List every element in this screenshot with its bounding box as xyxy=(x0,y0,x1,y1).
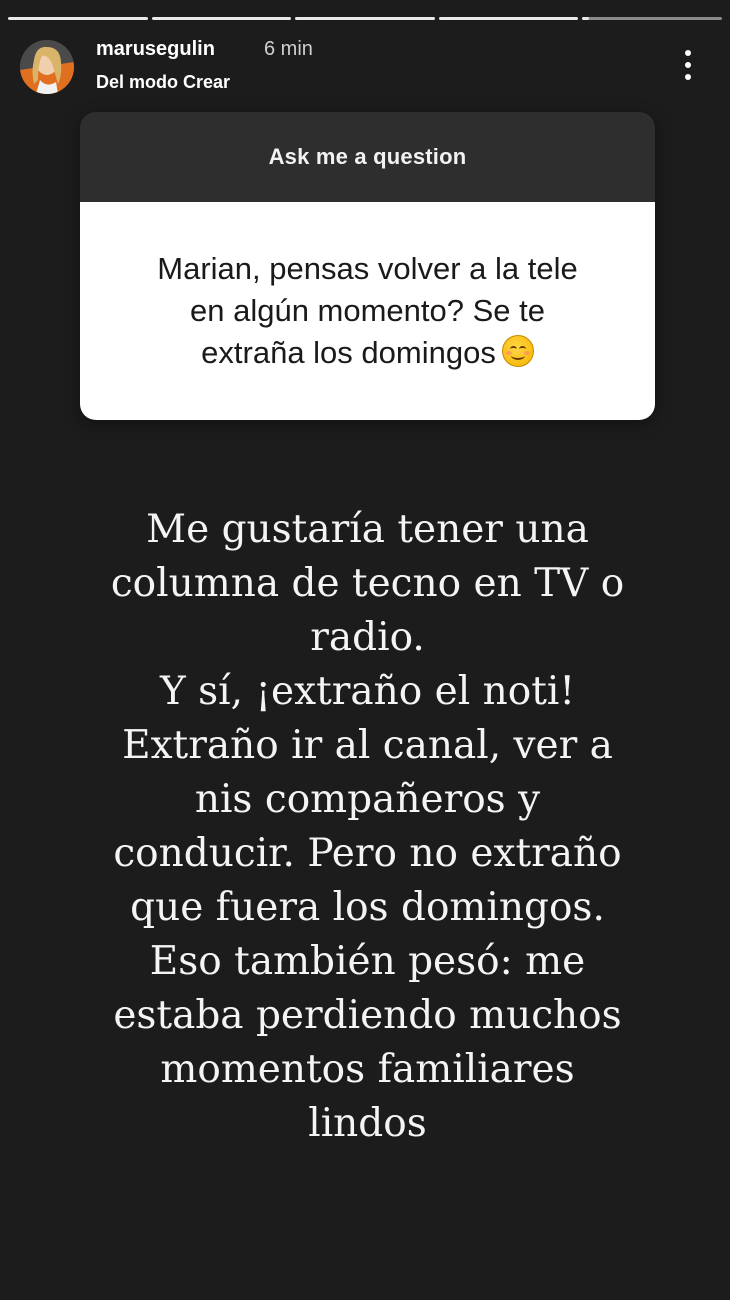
story-source-label[interactable]: Del modo Crear xyxy=(96,72,230,93)
story-header: marusegulin 6 min Del modo Crear xyxy=(20,38,710,98)
smiling-face-icon xyxy=(501,335,534,367)
answer-line: nis compañeros y xyxy=(194,777,541,822)
question-line: Marian, pensas volver a la tele xyxy=(157,251,578,286)
question-line: en algún momento? Se te xyxy=(189,293,546,328)
progress-segment xyxy=(8,17,148,20)
answer-text: Me gustaría tener una columna de tecno e… xyxy=(60,503,675,1151)
story-progress-bar xyxy=(8,17,722,20)
question-text: Marian, pensas volver a la tele en algún… xyxy=(80,202,655,420)
progress-segment xyxy=(295,17,435,20)
username[interactable]: marusegulin xyxy=(96,38,215,61)
progress-segment xyxy=(438,17,579,20)
answer-line: radio. xyxy=(310,615,425,660)
answer-line: Y sí, ¡extraño el noti! xyxy=(159,669,576,714)
progress-segment xyxy=(151,17,292,20)
question-sticker[interactable]: Ask me a question Marian, pensas volver … xyxy=(80,112,655,420)
question-line: extraña los domingos xyxy=(201,335,496,370)
answer-line: lindos xyxy=(308,1101,427,1146)
answer-line: momentos familiares xyxy=(160,1047,575,1092)
question-sticker-header: Ask me a question xyxy=(80,112,655,202)
answer-line: Extraño ir al canal, ver a xyxy=(122,723,613,768)
progress-segment-current xyxy=(582,17,722,20)
answer-line: columna de tecno en TV o xyxy=(110,561,625,606)
answer-line: estaba perdiendo muchos xyxy=(113,993,622,1038)
more-vertical-icon[interactable] xyxy=(682,50,694,80)
answer-line: Eso también pesó: me xyxy=(149,939,586,984)
answer-line: conducir. Pero no extraño xyxy=(113,831,622,876)
answer-line: Me gustaría tener una xyxy=(146,507,589,552)
avatar[interactable] xyxy=(20,40,74,94)
post-time: 6 min xyxy=(264,38,313,60)
answer-line: que fuera los domingos. xyxy=(130,885,605,930)
